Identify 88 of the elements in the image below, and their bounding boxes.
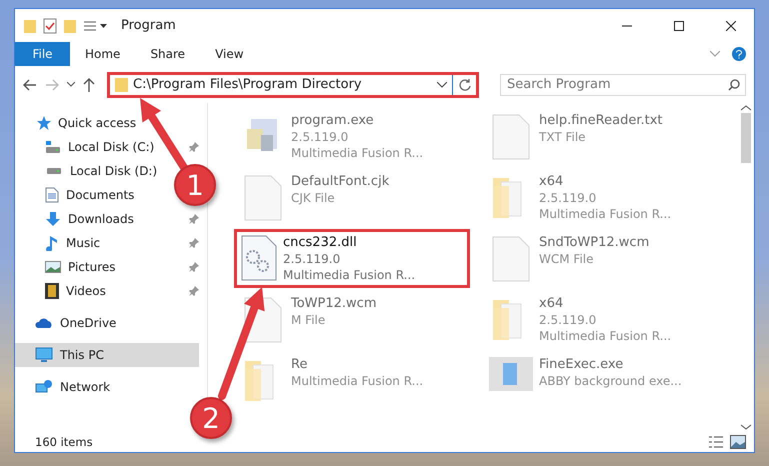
maximize-icon (674, 20, 684, 30)
nav-item[interactable]: Music (15, 231, 106, 255)
document-icon (45, 187, 59, 203)
customize-toolbar-icon[interactable] (83, 18, 109, 32)
back-button[interactable] (23, 78, 37, 90)
nav-item[interactable]: Local Disk (C:) (15, 135, 160, 159)
file-detail: WCM File (539, 251, 594, 267)
file-detail: 2.5.119.0 (291, 129, 348, 145)
nav-item[interactable]: Quick access (15, 111, 142, 135)
file-item[interactable]: cncs232.dll 2.5.119.0 Multimedia Fusion R... (234, 229, 470, 288)
monitor-icon (35, 347, 53, 363)
file-detail: M File (291, 312, 326, 328)
file-name: program.exe (291, 113, 374, 129)
pin-icon (189, 238, 199, 248)
file-detail: 2.5.119.0 (539, 190, 596, 206)
item-count: 160 items (35, 435, 93, 449)
file-detail: Multimedia Fusion R... (539, 206, 672, 222)
file-name: x64 (539, 296, 564, 312)
ribbon-tab[interactable]: Share (135, 42, 200, 66)
file-detail: CJK File (291, 190, 335, 206)
file-item[interactable]: DefaultFont.cjk CJK File (234, 168, 470, 227)
file-item[interactable]: program.exe 2.5.119.0 Multimedia Fusion R... (234, 107, 470, 166)
ribbon-tab[interactable]: View (200, 42, 259, 66)
address-field[interactable]: C:\Program Files\Program Directory (107, 72, 479, 98)
expand-ribbon-icon[interactable] (710, 51, 720, 57)
refresh-icon (458, 78, 470, 90)
pin-icon (189, 262, 199, 272)
scroll-up-icon[interactable] (741, 105, 751, 111)
dropdown-icon[interactable] (437, 82, 447, 88)
scroll-down-icon[interactable] (741, 424, 751, 430)
file-item[interactable]: help.fineReader.txt TXT File (482, 107, 718, 166)
properties-icon[interactable] (43, 18, 57, 34)
help-icon[interactable] (732, 47, 746, 61)
drive-icon (46, 168, 62, 174)
minimize-icon (622, 24, 632, 26)
scrollbar-thumb[interactable] (741, 113, 751, 163)
app-window-icon (489, 357, 533, 391)
cloud-icon (35, 317, 53, 329)
details-view-icon[interactable] (708, 435, 724, 449)
nav-item[interactable]: Downloads (15, 207, 140, 231)
music-note-icon (45, 235, 59, 251)
file-detail: Multimedia Fusion R... (291, 373, 424, 389)
file-name: SndToWP12.wcm (539, 235, 650, 251)
file-item[interactable]: Re Multimedia Fusion R... (234, 351, 470, 410)
file-name: cncs232.dll (283, 235, 357, 251)
close-icon (726, 20, 736, 30)
file-item[interactable]: x64 2.5.119.0 Multimedia Fusion R... (482, 168, 718, 227)
film-icon (45, 283, 59, 299)
file-name: help.fineReader.txt (539, 113, 662, 129)
file-item[interactable]: x64 2.5.119.0 Multimedia Fusion R... (482, 290, 718, 349)
file-detail: ABBY background exe... (539, 373, 682, 389)
file-detail: Multimedia Fusion R... (283, 267, 416, 283)
folder-icon (115, 77, 128, 92)
up-button[interactable] (83, 78, 95, 92)
download-icon (45, 211, 61, 227)
file-name: FineExec.exe (539, 357, 624, 373)
nav-item[interactable]: Pictures (15, 255, 122, 279)
nav-item[interactable]: Videos (15, 279, 112, 303)
file-detail: Multimedia Fusion R... (291, 145, 424, 161)
picture-icon (45, 260, 61, 274)
network-icon (35, 379, 53, 395)
pin-icon (189, 142, 199, 152)
file-detail: Multimedia Fusion R... (539, 328, 672, 344)
star-icon (35, 115, 51, 131)
file-name: x64 (539, 174, 564, 190)
file-item[interactable]: SndToWP12.wcm WCM File (482, 229, 718, 288)
large-icons-view-icon[interactable] (730, 435, 746, 449)
file-tab[interactable]: File (15, 42, 70, 66)
gear-file-icon (241, 235, 277, 281)
file-detail: 2.5.119.0 (283, 251, 340, 267)
folder-icon (23, 18, 37, 34)
nav-item[interactable]: Network (15, 375, 116, 399)
file-detail: TXT File (539, 129, 586, 145)
ribbon-tab[interactable]: Home (70, 42, 136, 66)
drive-icon (45, 140, 61, 154)
nav-item[interactable]: OneDrive (15, 311, 122, 335)
nav-item[interactable]: Documents (15, 183, 140, 207)
nav-item[interactable]: This PC (15, 343, 199, 367)
file-name: Re (291, 357, 308, 373)
nav-item[interactable]: Local Disk (D:) (15, 159, 164, 183)
file-detail: 2.5.119.0 (539, 312, 596, 328)
pin-icon (189, 286, 199, 296)
pin-icon (189, 214, 199, 224)
recent-locations-button[interactable] (67, 82, 75, 87)
window-title: Program (121, 18, 177, 33)
file-item[interactable]: FineExec.exe ABBY background exe... (482, 351, 718, 410)
file-name: DefaultFont.cjk (291, 174, 390, 190)
file-name: ToWP12.wcm (291, 296, 376, 312)
